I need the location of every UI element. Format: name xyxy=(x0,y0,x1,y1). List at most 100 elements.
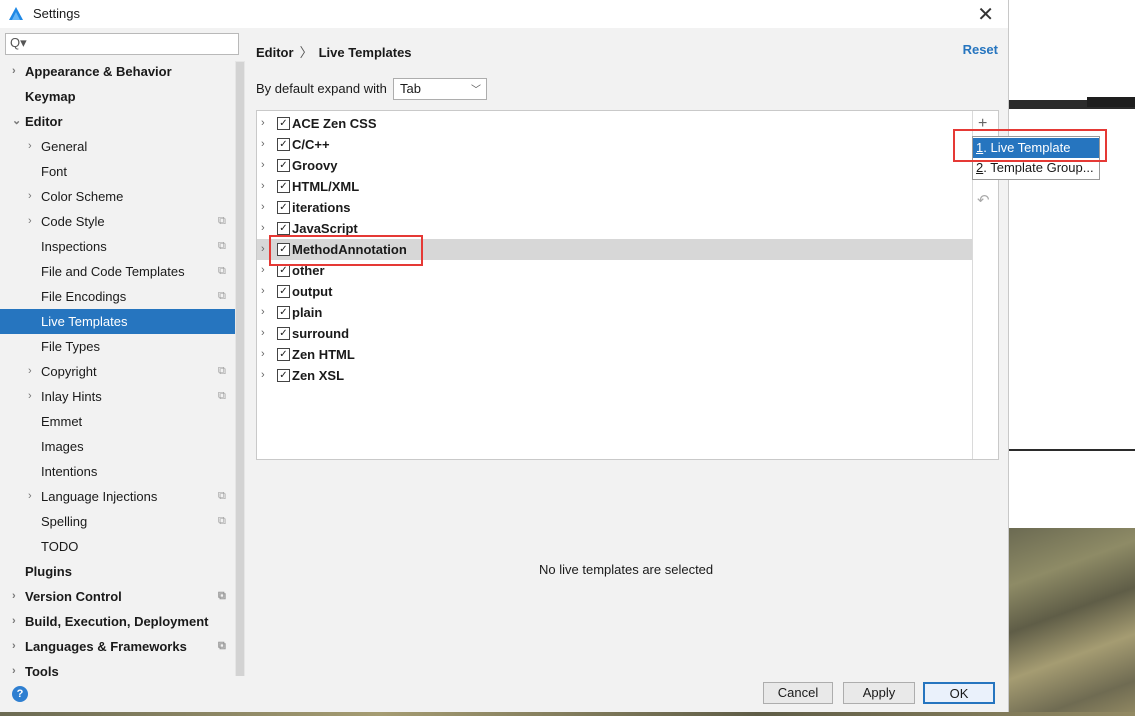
group-checkbox[interactable]: ✓ xyxy=(277,285,290,298)
chevron-right-icon[interactable]: › xyxy=(12,659,16,676)
group-checkbox[interactable]: ✓ xyxy=(277,243,290,256)
sidebar-item-plugins[interactable]: Plugins xyxy=(0,559,235,584)
chevron-right-icon[interactable]: › xyxy=(261,302,265,323)
chevron-right-icon[interactable]: › xyxy=(261,323,265,344)
chevron-right-icon[interactable]: › xyxy=(261,218,265,239)
sidebar-item-inlay-hints[interactable]: › Inlay Hints ⧉ xyxy=(0,384,235,409)
title-bar: Settings ✕ xyxy=(0,0,1008,28)
chevron-right-icon[interactable]: › xyxy=(261,260,265,281)
sidebar-item-spelling[interactable]: Spelling ⧉ xyxy=(0,509,235,534)
chevron-right-icon[interactable]: › xyxy=(28,359,32,384)
template-group-name: JavaScript xyxy=(292,221,358,236)
chevron-right-icon[interactable]: › xyxy=(261,197,265,218)
chevron-right-icon[interactable]: › xyxy=(12,584,16,609)
template-group-row[interactable]: › ✓ JavaScript xyxy=(257,218,972,239)
restore-icon[interactable]: ↶ xyxy=(977,191,990,209)
chevron-right-icon[interactable]: › xyxy=(261,344,265,365)
help-icon[interactable]: ? xyxy=(12,686,28,702)
group-checkbox[interactable]: ✓ xyxy=(277,117,290,130)
sidebar-item-live-templates[interactable]: Live Templates xyxy=(0,309,235,334)
sidebar-item-language-injections[interactable]: › Language Injections ⧉ xyxy=(0,484,235,509)
add-icon[interactable]: + xyxy=(978,115,987,133)
reset-link[interactable]: Reset xyxy=(963,42,998,57)
sidebar-item-build-execution-deployment[interactable]: › Build, Execution, Deployment xyxy=(0,609,235,634)
sidebar-item-copyright[interactable]: › Copyright ⧉ xyxy=(0,359,235,384)
template-group-row[interactable]: › ✓ ACE Zen CSS xyxy=(257,113,972,134)
group-checkbox[interactable]: ✓ xyxy=(277,180,290,193)
group-checkbox[interactable]: ✓ xyxy=(277,138,290,151)
group-checkbox[interactable]: ✓ xyxy=(277,159,290,172)
apply-button[interactable]: Apply xyxy=(843,682,915,704)
sidebar-item-version-control[interactable]: › Version Control ⧉ xyxy=(0,584,235,609)
chevron-right-icon[interactable]: › xyxy=(261,134,265,155)
chevron-right-icon[interactable]: › xyxy=(28,209,32,234)
close-icon[interactable]: ✕ xyxy=(977,2,994,27)
template-group-row[interactable]: › ✓ MethodAnnotation xyxy=(257,239,972,260)
template-group-row[interactable]: › ✓ HTML/XML xyxy=(257,176,972,197)
menu-item-live-template[interactable]: 1. Live Template xyxy=(973,138,1099,158)
sidebar-item-keymap[interactable]: Keymap xyxy=(0,84,235,109)
group-checkbox[interactable]: ✓ xyxy=(277,201,290,214)
sidebar-item-file-and-code-templates[interactable]: File and Code Templates ⧉ xyxy=(0,259,235,284)
template-groups-list: › ✓ ACE Zen CSS › ✓ C/C++ › ✓ Groovy › ✓ HTML/XML › ✓… xyxy=(256,110,999,460)
chevron-right-icon[interactable]: › xyxy=(12,59,16,84)
group-checkbox[interactable]: ✓ xyxy=(277,264,290,277)
template-group-row[interactable]: › ✓ Groovy xyxy=(257,155,972,176)
template-group-row[interactable]: › ✓ C/C++ xyxy=(257,134,972,155)
template-group-row[interactable]: › ✓ Zen HTML xyxy=(257,344,972,365)
chevron-right-icon[interactable]: › xyxy=(261,113,265,134)
sidebar-item-font[interactable]: Font xyxy=(0,159,235,184)
chevron-right-icon[interactable]: › xyxy=(261,281,265,302)
sidebar-item-color-scheme[interactable]: › Color Scheme xyxy=(0,184,235,209)
chevron-right-icon[interactable]: › xyxy=(12,609,16,634)
sidebar-item-appearance-behavior[interactable]: › Appearance & Behavior xyxy=(0,59,235,84)
settings-sidebar: Q▾ › Appearance & Behavior Keymap ⌄ Editor › G… xyxy=(0,28,245,676)
window-title: Settings xyxy=(33,6,80,21)
chevron-right-icon[interactable]: › xyxy=(28,384,32,409)
cancel-button[interactable]: Cancel xyxy=(763,682,833,704)
chevron-right-icon[interactable]: › xyxy=(261,155,265,176)
search-input[interactable]: Q▾ xyxy=(5,33,239,55)
chevron-right-icon[interactable]: › xyxy=(28,184,32,209)
template-group-row[interactable]: › ✓ other xyxy=(257,260,972,281)
sidebar-item-emmet[interactable]: Emmet xyxy=(0,409,235,434)
chevron-right-icon[interactable]: › xyxy=(12,634,16,659)
chevron-right-icon[interactable]: › xyxy=(261,365,265,386)
template-group-name: output xyxy=(292,284,333,299)
sidebar-item-general[interactable]: › General xyxy=(0,134,235,159)
sidebar-item-editor[interactable]: ⌄ Editor xyxy=(0,109,235,134)
group-checkbox[interactable]: ✓ xyxy=(277,222,290,235)
sidebar-item-code-style[interactable]: › Code Style ⧉ xyxy=(0,209,235,234)
sidebar-item-file-encodings[interactable]: File Encodings ⧉ xyxy=(0,284,235,309)
sidebar-item-intentions[interactable]: Intentions xyxy=(0,459,235,484)
chevron-down-icon[interactable]: ⌄ xyxy=(12,109,21,134)
chevron-right-icon[interactable]: › xyxy=(28,134,32,159)
sidebar-item-languages-frameworks[interactable]: › Languages & Frameworks ⧉ xyxy=(0,634,235,659)
template-group-row[interactable]: › ✓ iterations xyxy=(257,197,972,218)
group-checkbox[interactable]: ✓ xyxy=(277,306,290,319)
template-group-row[interactable]: › ✓ surround xyxy=(257,323,972,344)
menu-item-template-group[interactable]: 2. Template Group... xyxy=(973,158,1099,178)
sidebar-item-label: Intentions xyxy=(41,464,98,479)
template-group-row[interactable]: › ✓ output xyxy=(257,281,972,302)
group-checkbox[interactable]: ✓ xyxy=(277,369,290,382)
ok-button[interactable]: OK xyxy=(923,682,995,704)
group-checkbox[interactable]: ✓ xyxy=(277,348,290,361)
breadcrumb-separator-icon: 〉 xyxy=(299,45,313,60)
sidebar-item-inspections[interactable]: Inspections ⧉ xyxy=(0,234,235,259)
template-group-row[interactable]: › ✓ plain xyxy=(257,302,972,323)
sidebar-item-file-types[interactable]: File Types xyxy=(0,334,235,359)
chevron-right-icon[interactable]: › xyxy=(28,484,32,509)
sidebar-item-label: General xyxy=(41,139,88,154)
group-checkbox[interactable]: ✓ xyxy=(277,327,290,340)
template-group-name: surround xyxy=(292,326,350,341)
sidebar-item-todo[interactable]: TODO xyxy=(0,534,235,559)
sidebar-scrollbar-thumb[interactable] xyxy=(236,62,244,676)
chevron-right-icon[interactable]: › xyxy=(261,176,265,197)
sidebar-item-images[interactable]: Images xyxy=(0,434,235,459)
sidebar-item-tools[interactable]: › Tools xyxy=(0,659,235,676)
chevron-right-icon[interactable]: › xyxy=(261,239,265,260)
expand-with-select[interactable]: Tab ﹀ xyxy=(393,78,487,100)
template-group-name: MethodAnnotation xyxy=(292,242,407,257)
template-group-row[interactable]: › ✓ Zen XSL xyxy=(257,365,972,386)
